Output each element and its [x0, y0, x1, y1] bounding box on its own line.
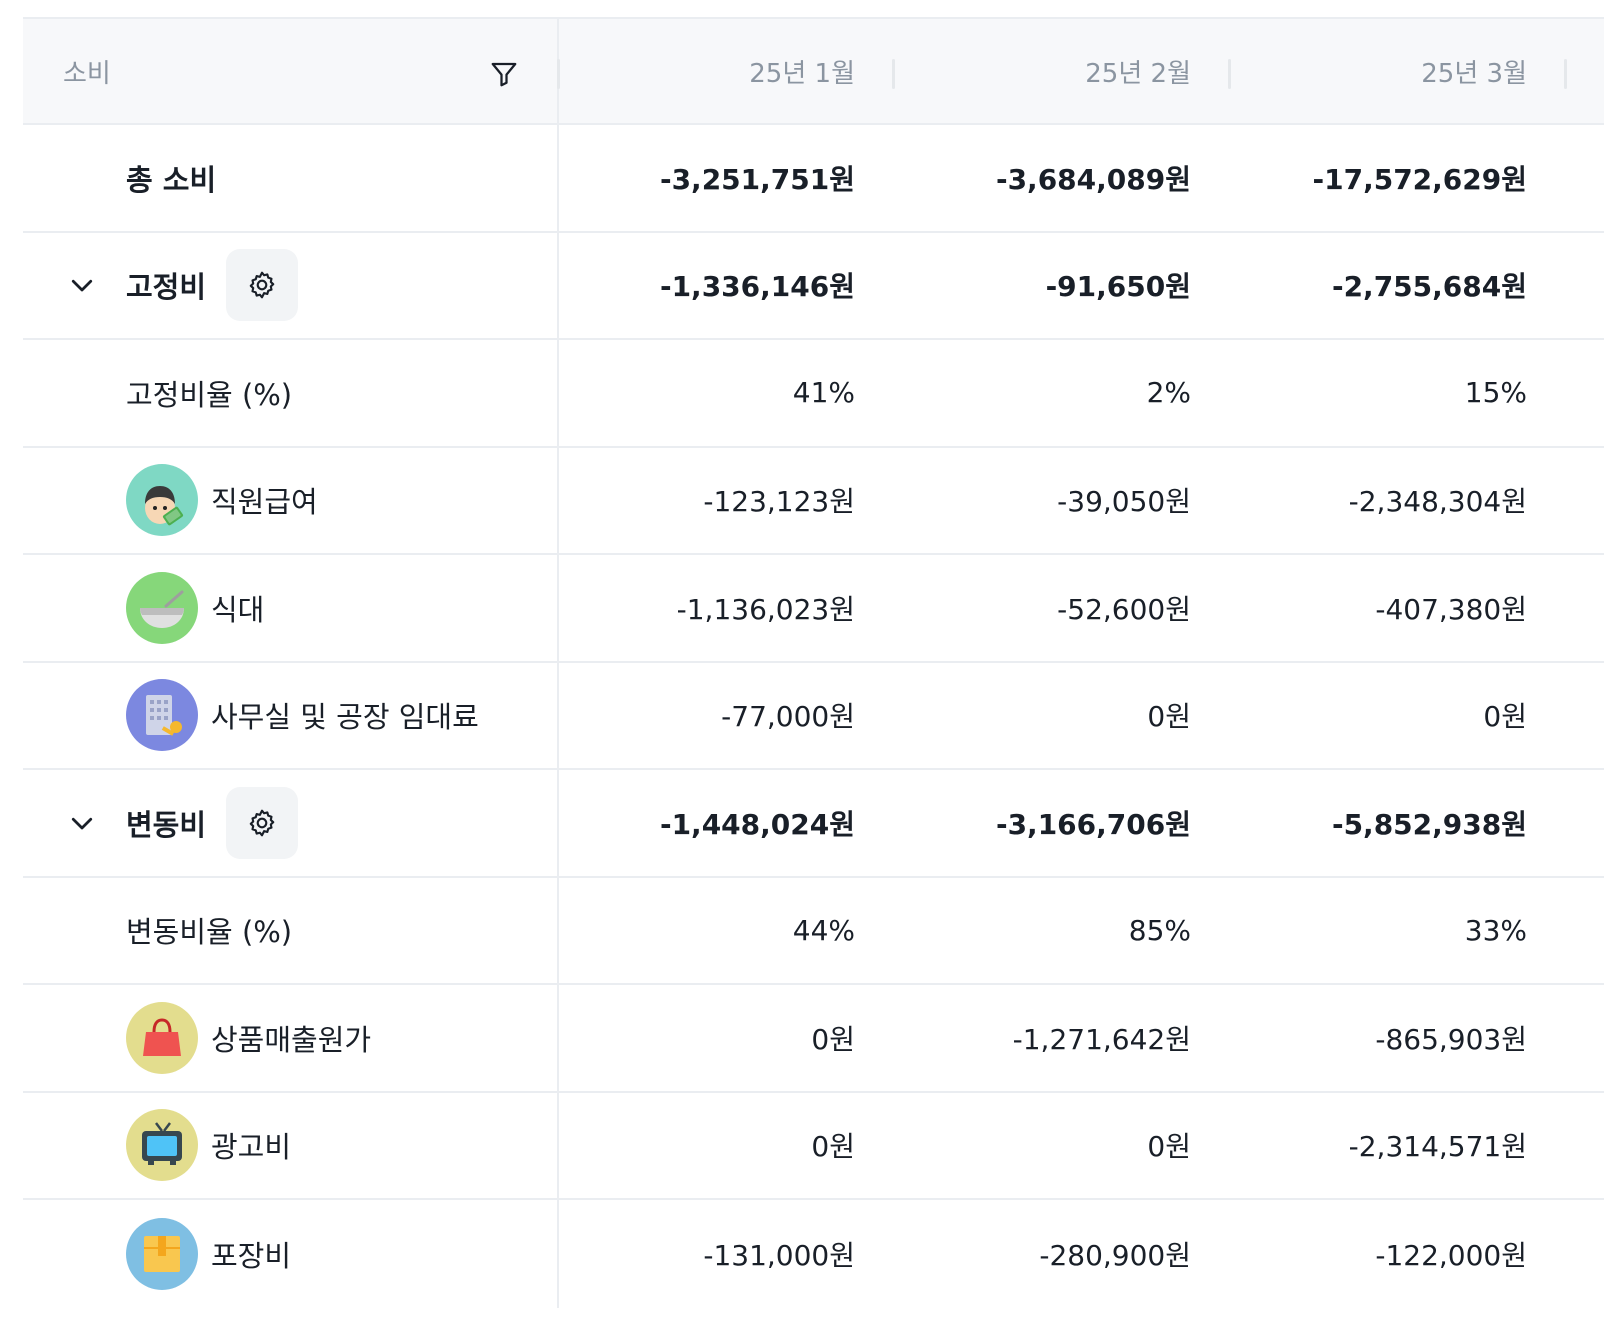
table-row-rent[interactable]: 사무실 및 공장 임대료 -77,000원 0원 0원 [23, 662, 1604, 770]
employee-salary-icon [126, 464, 198, 537]
header-month-label: 25년 3월 [1421, 58, 1527, 89]
value-cell: -1,136,023원 [676, 592, 855, 626]
bowl-icon [126, 571, 198, 644]
chevron-down-icon[interactable] [67, 270, 97, 300]
row-label: 고정비율 (%) [126, 377, 293, 412]
row-label: 총 소비 [126, 162, 217, 197]
value-cell: -122,000원 [1375, 1238, 1527, 1272]
value-cell: 15% [1464, 376, 1527, 410]
header-month-2[interactable]: 25년 2월 [895, 19, 1231, 123]
table-row-variable-ratio: 변동비율 (%) 44% 85% 33% [23, 877, 1604, 985]
row-label: 식대 [211, 592, 265, 627]
table-row-meals[interactable]: 식대 -1,136,023원 -52,600원 -407,380원 [23, 555, 1604, 663]
row-label-cell: 사무실 및 공장 임대료 [23, 662, 559, 768]
building-key-icon [126, 679, 198, 752]
table-row-salary[interactable]: 직원급여 -123,123원 -39,050원 -2,348,304원 [23, 447, 1604, 555]
row-label-cell: 광고비 [23, 1092, 559, 1198]
table-row-total: 총 소비 -3,251,751원 -3,684,089원 -17,572,629… [23, 125, 1604, 233]
row-label-cell: 고정비 [23, 232, 559, 338]
row-label-cell: 상품매출원가 [23, 985, 559, 1091]
value-cell: -123,123원 [703, 485, 855, 519]
value-cell: 33% [1464, 913, 1527, 947]
table-row-fixed-group[interactable]: 고정비 -1,336,146원 -91,650원 -2,755,684원 [23, 232, 1604, 340]
value-cell: 41% [792, 376, 855, 410]
table-row-ads[interactable]: 광고비 0원 0원 -2,314,571원 [23, 1092, 1604, 1200]
row-label: 직원급여 [211, 485, 318, 520]
header-month-label: 25년 1월 [749, 58, 855, 89]
value-cell: 44% [792, 913, 855, 947]
variable-settings-button[interactable] [226, 786, 298, 859]
value-cell: -407,380원 [1375, 592, 1527, 626]
chevron-down-icon[interactable] [67, 808, 97, 838]
row-label-cell: 직원급여 [23, 447, 559, 553]
row-label: 변동비 [126, 807, 207, 842]
table-row-cogs[interactable]: 상품매출원가 0원 -1,271,642원 -865,903원 [23, 985, 1604, 1093]
table-row-packaging[interactable]: 포장비 -131,000원 -280,900원 -122,000원 [23, 1200, 1604, 1308]
value-cell: -3,166,706원 [995, 807, 1191, 841]
value-cell: -3,251,751원 [659, 162, 855, 196]
value-cell: -52,600원 [1057, 592, 1191, 626]
filter-icon[interactable] [489, 59, 519, 89]
row-label-cell: 총 소비 [23, 125, 559, 231]
header-category-label: 소비 [63, 58, 111, 89]
table-row-variable-group[interactable]: 변동비 -1,448,024원 -3,166,706원 -5,852,938원 [23, 770, 1604, 878]
value-cell: -3,684,089원 [995, 162, 1191, 196]
fixed-settings-button[interactable] [226, 249, 298, 322]
expense-table: 소비 25년 1월 25년 2월 25년 3월 총 소비 -3,251,751원… [23, 17, 1604, 1308]
column-resize-handle[interactable] [1564, 59, 1567, 89]
row-label: 변동비율 (%) [126, 915, 293, 950]
gear-icon [249, 271, 275, 299]
row-label: 광고비 [211, 1130, 292, 1165]
row-label-cell: 고정비율 (%) [23, 340, 559, 446]
value-cell: 85% [1128, 913, 1191, 947]
header-month-label: 25년 2월 [1085, 58, 1191, 89]
row-label-cell: 포장비 [23, 1200, 559, 1308]
row-label-cell: 변동비율 (%) [23, 877, 559, 983]
shopping-bag-icon [126, 1001, 198, 1074]
tv-icon [126, 1109, 198, 1182]
value-cell: -865,903원 [1375, 1022, 1527, 1056]
value-cell: -1,336,146원 [659, 270, 855, 304]
header-category-cell: 소비 [23, 19, 560, 123]
row-label: 상품매출원가 [211, 1022, 372, 1057]
header-month-1[interactable]: 25년 1월 [559, 19, 895, 123]
value-cell: -5,852,938원 [1331, 807, 1527, 841]
value-cell: -1,271,642원 [1012, 1022, 1191, 1056]
row-label-cell: 변동비 [23, 770, 559, 876]
value-cell: 0원 [811, 1022, 855, 1056]
header-month-3[interactable]: 25년 3월 [1231, 19, 1567, 123]
value-cell: -17,572,629원 [1312, 162, 1527, 196]
value-cell: 2% [1146, 376, 1191, 410]
value-cell: -77,000원 [721, 700, 855, 734]
value-cell: -2,314,571원 [1348, 1130, 1527, 1164]
gear-icon [249, 809, 275, 837]
row-label-cell: 식대 [23, 555, 559, 661]
value-cell: -2,348,304원 [1348, 485, 1527, 519]
value-cell: -280,900원 [1039, 1238, 1191, 1272]
value-cell: 0원 [1147, 1130, 1191, 1164]
value-cell: -131,000원 [703, 1238, 855, 1272]
table-row-fixed-ratio: 고정비율 (%) 41% 2% 15% [23, 340, 1604, 448]
value-cell: -91,650원 [1045, 270, 1191, 304]
value-cell: -39,050원 [1057, 485, 1191, 519]
value-cell: 0원 [1147, 700, 1191, 734]
row-label: 고정비 [126, 270, 207, 305]
box-icon [126, 1217, 198, 1290]
value-cell: -1,448,024원 [659, 807, 855, 841]
row-label: 사무실 및 공장 임대료 [211, 700, 479, 735]
value-cell: -2,755,684원 [1331, 270, 1527, 304]
value-cell: 0원 [811, 1130, 855, 1164]
row-label: 포장비 [211, 1238, 292, 1273]
value-cell: 0원 [1483, 700, 1527, 734]
table-header: 소비 25년 1월 25년 2월 25년 3월 [23, 17, 1604, 125]
